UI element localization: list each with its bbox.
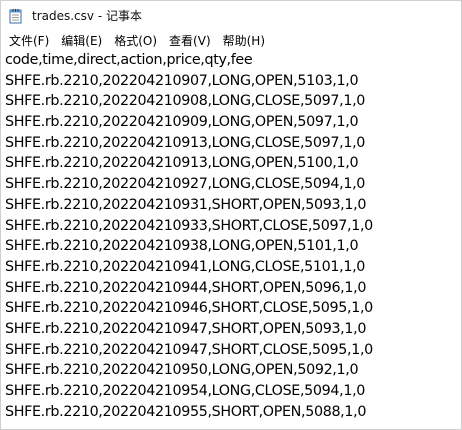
menu-edit[interactable]: 编辑(E) xyxy=(55,31,108,50)
text-line: SHFE.rb.2210,202204210908,LONG,CLOSE,509… xyxy=(5,93,366,110)
menu-format[interactable]: 格式(O) xyxy=(108,31,163,50)
text-line: SHFE.rb.2210,202204210944,SHORT,OPEN,509… xyxy=(5,279,367,296)
text-line: SHFE.rb.2210,202204210941,LONG,CLOSE,510… xyxy=(5,258,366,275)
text-line: SHFE.rb.2210,202204210927,LONG,CLOSE,509… xyxy=(5,176,366,193)
text-line: SHFE.rb.2210,202204210947,SHORT,CLOSE,50… xyxy=(5,341,373,358)
text-line: SHFE.rb.2210,202204210931,SHORT,OPEN,509… xyxy=(5,196,367,213)
text-line: code,time,direct,action,price,qty,fee xyxy=(5,52,253,68)
text-line: SHFE.rb.2210,202204210946,SHORT,CLOSE,50… xyxy=(5,300,373,317)
menu-file[interactable]: 文件(F) xyxy=(3,31,55,50)
text-line: SHFE.rb.2210,202204210950,LONG,OPEN,5092… xyxy=(5,362,359,379)
window-title: trades.csv - 记事本 xyxy=(32,9,142,23)
notepad-window: trades.csv - 记事本 文件(F) 编辑(E) 格式(O) 查看(V)… xyxy=(0,0,462,430)
menu-help[interactable]: 帮助(H) xyxy=(217,31,271,50)
text-line: SHFE.rb.2210,202204210955,SHORT,OPEN,508… xyxy=(5,403,367,420)
text-line: SHFE.rb.2210,202204210933,SHORT,CLOSE,50… xyxy=(5,217,373,234)
text-line: SHFE.rb.2210,202204210913,LONG,OPEN,5100… xyxy=(5,155,359,172)
text-line: SHFE.rb.2210,202204210954,LONG,CLOSE,509… xyxy=(5,383,366,399)
menu-bar: 文件(F) 编辑(E) 格式(O) 查看(V) 帮助(H) xyxy=(1,30,461,50)
text-line: SHFE.rb.2210,202204210909,LONG,OPEN,5097… xyxy=(5,114,359,131)
menu-view[interactable]: 查看(V) xyxy=(163,31,217,50)
title-bar[interactable]: trades.csv - 记事本 xyxy=(1,1,461,30)
text-line: SHFE.rb.2210,202204210938,LONG,OPEN,5101… xyxy=(5,238,359,255)
notepad-icon xyxy=(9,8,23,24)
text-line: SHFE.rb.2210,202204210913,LONG,CLOSE,509… xyxy=(5,134,366,151)
text-line: SHFE.rb.2210,202204210947,SHORT,OPEN,509… xyxy=(5,320,367,337)
text-line: SHFE.rb.2210,202204210907,LONG,OPEN,5103… xyxy=(5,72,359,89)
text-editor-area[interactable]: code,time,direct,action,price,qty,fee SH… xyxy=(2,50,460,428)
